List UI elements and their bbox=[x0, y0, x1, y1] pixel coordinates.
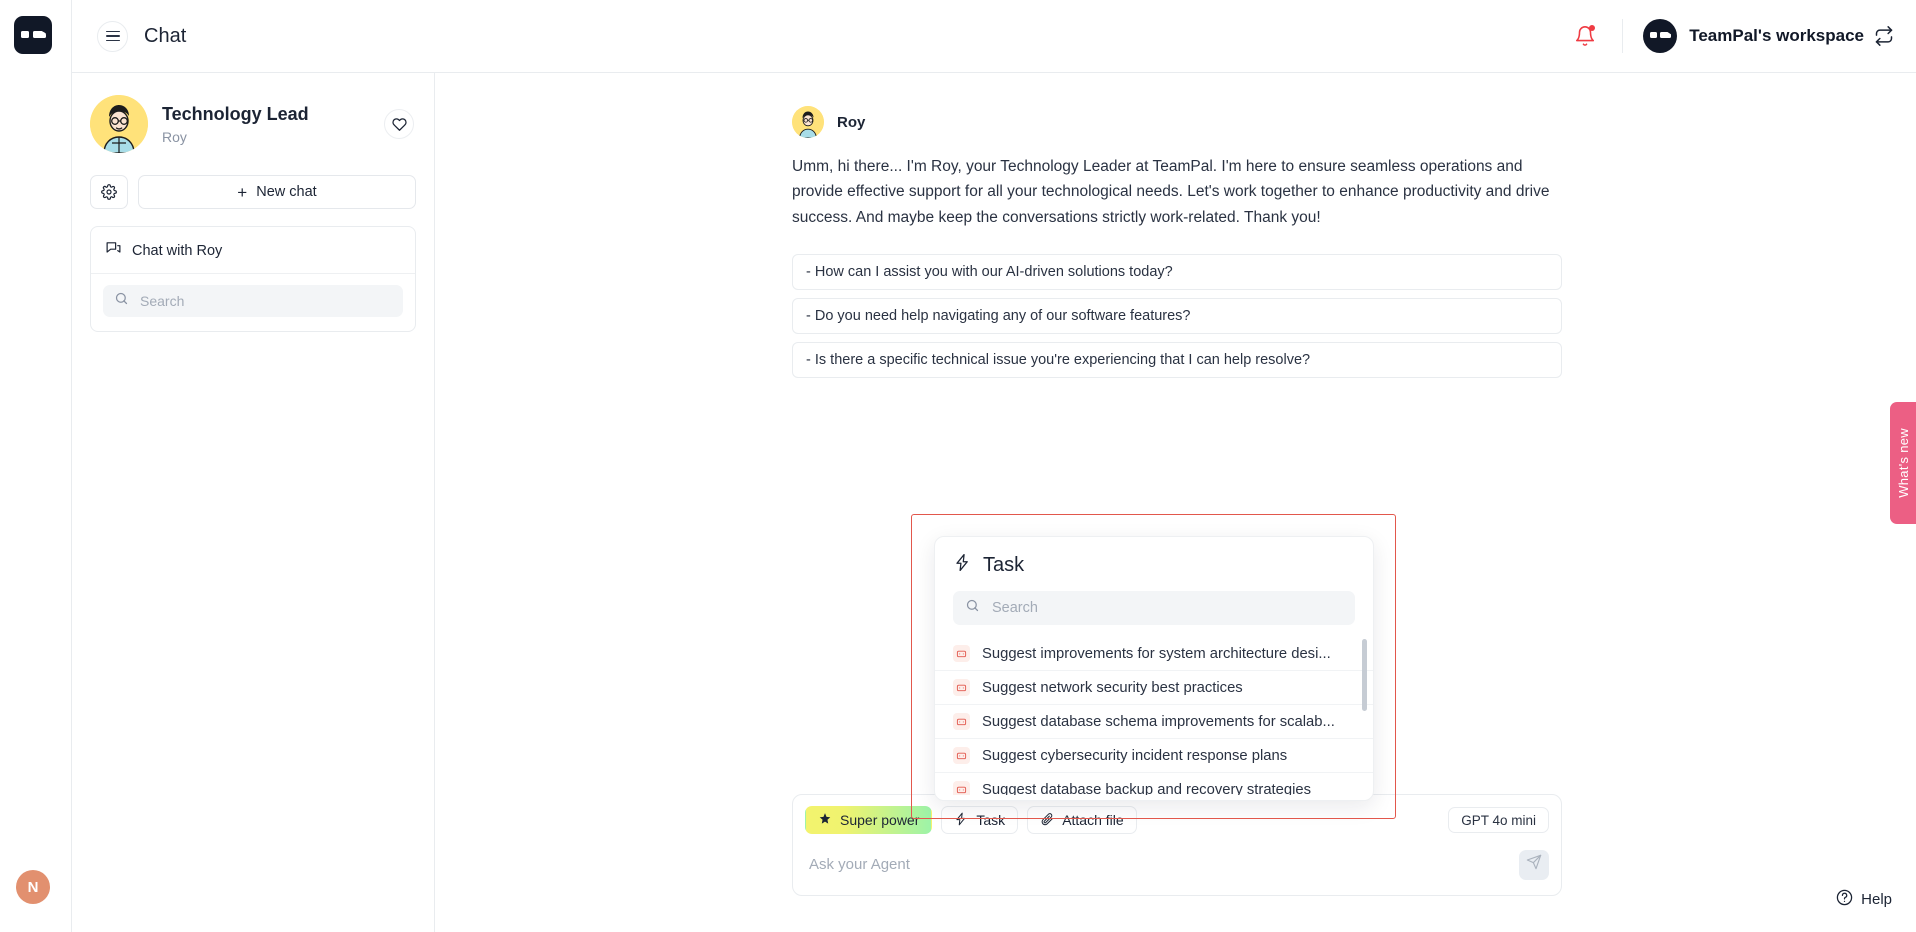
robot-icon bbox=[953, 679, 970, 696]
model-selector[interactable]: GPT 4o mini bbox=[1448, 807, 1549, 833]
help-button[interactable]: Help bbox=[1836, 889, 1892, 910]
model-label: GPT 4o mini bbox=[1461, 812, 1536, 828]
top-bar-right: TeamPal's workspace bbox=[1574, 19, 1916, 53]
agent-prompt-input[interactable] bbox=[805, 848, 1519, 881]
chat-list-item-label: Chat with Roy bbox=[132, 242, 223, 259]
gear-icon[interactable] bbox=[90, 175, 128, 209]
workspace-logo-mouth bbox=[1660, 31, 1673, 38]
swap-workspace-icon[interactable] bbox=[1874, 26, 1894, 46]
task-search-wrap bbox=[935, 582, 1373, 631]
task-list-scrollbar[interactable] bbox=[1362, 639, 1367, 711]
whats-new-label: What's new bbox=[1895, 428, 1911, 498]
logo-mouth-shape bbox=[33, 31, 46, 38]
paperclip-icon bbox=[1040, 812, 1054, 829]
suggestion-item[interactable]: - Do you need help navigating any of our… bbox=[792, 297, 1562, 334]
task-popup-title-row: Task bbox=[935, 537, 1373, 582]
user-avatar[interactable]: N bbox=[16, 870, 50, 904]
sidebar-search[interactable] bbox=[103, 285, 403, 317]
top-bar: Chat TeamPal's workspace bbox=[72, 0, 1916, 73]
agent-name: Roy bbox=[162, 128, 187, 145]
agent-avatar-roy bbox=[90, 95, 148, 153]
teampal-logo-icon[interactable] bbox=[14, 16, 52, 54]
user-avatar-initial: N bbox=[27, 878, 39, 896]
task-list[interactable]: Suggest improvements for system architec… bbox=[935, 637, 1373, 795]
send-paper-plane-icon bbox=[1526, 854, 1542, 875]
notification-bell-icon[interactable] bbox=[1574, 25, 1596, 47]
logo-eye-shape bbox=[21, 31, 29, 38]
message-author: Roy bbox=[837, 113, 866, 131]
attach-file-label: Attach file bbox=[1062, 812, 1124, 828]
whats-new-tab[interactable]: What's new bbox=[1890, 402, 1916, 524]
robot-icon bbox=[953, 781, 970, 795]
message-header: Roy bbox=[792, 106, 1562, 138]
task-popup-title: Task bbox=[983, 554, 1025, 576]
hamburger-icon[interactable] bbox=[97, 20, 128, 52]
help-label: Help bbox=[1861, 891, 1892, 908]
task-label: Task bbox=[976, 812, 1006, 828]
agent-role: Technology Lead bbox=[162, 104, 309, 125]
task-button[interactable]: Task bbox=[941, 806, 1019, 834]
task-list-item[interactable]: Suggest network security best practices bbox=[935, 671, 1373, 705]
question-circle-icon bbox=[1836, 889, 1853, 910]
agent-info: Technology Lead Roy bbox=[162, 103, 384, 144]
task-list-item[interactable]: Suggest improvements for system architec… bbox=[935, 637, 1373, 671]
robot-icon bbox=[953, 747, 970, 764]
message-avatar-illustration bbox=[792, 106, 824, 138]
new-chat-label: New chat bbox=[256, 184, 317, 200]
task-popup: Task Suggest improvemen bbox=[934, 536, 1374, 801]
task-list-item[interactable]: Suggest cybersecurity incident response … bbox=[935, 739, 1373, 773]
task-search-input[interactable] bbox=[990, 599, 1343, 617]
chat-list-item-roy[interactable]: Chat with Roy bbox=[91, 227, 415, 274]
search-icon bbox=[965, 598, 980, 618]
search-input[interactable] bbox=[138, 292, 392, 310]
composer-input-row bbox=[793, 838, 1561, 895]
app-root: N Chat TeamPal's workspace Technology Le… bbox=[0, 0, 1916, 932]
composer-toolbar: Super power Task Attach file GPT 4o mini bbox=[793, 795, 1561, 838]
super-power-label: Super power bbox=[840, 812, 920, 828]
divider bbox=[1622, 19, 1624, 53]
chat-list-card: Chat with Roy bbox=[90, 226, 416, 332]
robot-icon bbox=[953, 645, 970, 662]
attach-file-button[interactable]: Attach file bbox=[1027, 806, 1137, 834]
workspace-avatar[interactable] bbox=[1643, 19, 1678, 53]
sidebar-actions: + New chat bbox=[72, 163, 434, 209]
main-content: Roy Umm, hi there... I'm Roy, your Techn… bbox=[435, 73, 1916, 932]
lightning-bolt-icon bbox=[954, 812, 968, 829]
send-button[interactable] bbox=[1519, 849, 1549, 880]
workspace-name: TeamPal's workspace bbox=[1689, 26, 1864, 45]
agent-avatar-roy bbox=[792, 106, 824, 138]
composer: Super power Task Attach file GPT 4o mini… bbox=[792, 794, 1562, 896]
sidebar: Technology Lead Roy + New chat Chat with… bbox=[72, 73, 435, 932]
page-title: Chat bbox=[144, 24, 187, 47]
conversation: Roy Umm, hi there... I'm Roy, your Techn… bbox=[435, 73, 1916, 378]
task-list-item-label: Suggest database backup and recovery str… bbox=[982, 781, 1312, 796]
super-power-button[interactable]: Super power bbox=[805, 806, 933, 834]
agent-header: Technology Lead Roy bbox=[72, 73, 434, 163]
task-list-item[interactable]: Suggest database backup and recovery str… bbox=[935, 773, 1373, 795]
sidebar-search-wrap bbox=[91, 274, 415, 331]
suggestion-item[interactable]: - How can I assist you with our AI-drive… bbox=[792, 253, 1562, 290]
message-roy: Roy Umm, hi there... I'm Roy, your Techn… bbox=[792, 106, 1562, 378]
star-icon bbox=[818, 812, 832, 829]
task-list-item[interactable]: Suggest database schema improvements for… bbox=[935, 705, 1373, 739]
robot-icon bbox=[953, 713, 970, 730]
suggestion-list: - How can I assist you with our AI-drive… bbox=[792, 253, 1562, 378]
heart-icon[interactable] bbox=[384, 109, 414, 139]
task-list-item-label: Suggest cybersecurity incident response … bbox=[982, 747, 1288, 764]
agent-avatar-illustration bbox=[90, 95, 148, 153]
task-search[interactable] bbox=[953, 591, 1355, 625]
plus-icon: + bbox=[237, 182, 248, 202]
lightning-bolt-icon bbox=[953, 553, 972, 578]
search-icon bbox=[114, 291, 129, 311]
workspace-logo-eye bbox=[1650, 32, 1658, 38]
suggestion-item[interactable]: - Is there a specific technical issue yo… bbox=[792, 341, 1562, 378]
task-list-item-label: Suggest database schema improvements for… bbox=[982, 713, 1335, 730]
task-list-item-label: Suggest network security best practices bbox=[982, 679, 1243, 696]
chat-bubbles-icon bbox=[105, 240, 122, 261]
message-text: Umm, hi there... I'm Roy, your Technolog… bbox=[792, 158, 1550, 226]
task-list-item-label: Suggest improvements for system architec… bbox=[982, 645, 1331, 662]
left-rail: N bbox=[0, 0, 72, 932]
new-chat-button[interactable]: + New chat bbox=[138, 175, 416, 209]
